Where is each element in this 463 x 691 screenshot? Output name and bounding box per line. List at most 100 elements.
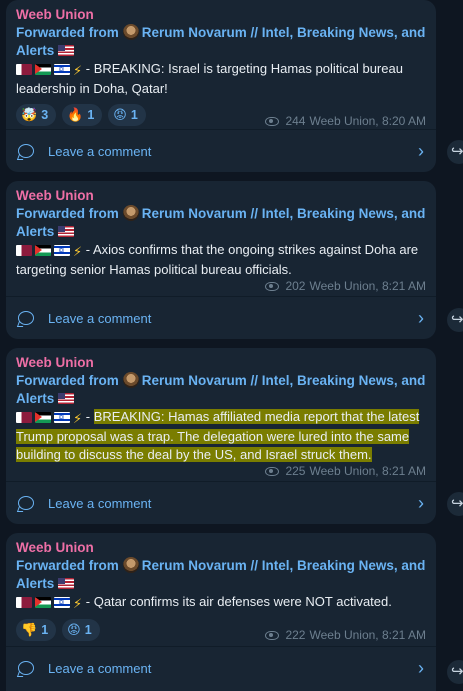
angry-face-icon: 😡 (67, 622, 81, 637)
us-flag-icon (58, 226, 75, 237)
forwarded-header[interactable]: Forwarded from Rerum Novarum // Intel, Br… (16, 557, 426, 593)
share-button[interactable] (447, 660, 463, 684)
message-text: ⚡ - Axios confirms that the ongoing stri… (16, 241, 426, 279)
view-count: 225 (285, 464, 306, 478)
palestine-flag-icon (35, 245, 51, 256)
reaction-count: 1 (84, 623, 92, 637)
message-bubble[interactable]: Weeb Union Forwarded from Rerum Novarum /… (6, 0, 436, 172)
message-signature-time: Weeb Union, 8:20 AM (309, 114, 426, 128)
us-flag-icon (58, 578, 75, 589)
palestine-flag-icon (35, 597, 51, 608)
eye-icon (265, 281, 280, 291)
comment-label: Leave a comment (48, 143, 152, 159)
leave-comment-button[interactable]: Leave a comment › (6, 646, 436, 689)
exploding-head-icon: 🤯 (21, 107, 38, 122)
palestine-flag-icon (35, 412, 51, 423)
view-count: 202 (285, 279, 306, 293)
reaction-exploding-head[interactable]: 🤯 3 (16, 104, 57, 126)
message-text: ⚡ - BREAKING: Hamas affiliated media rep… (16, 408, 426, 464)
lightning-icon: ⚡ (73, 411, 83, 426)
message-author[interactable]: Weeb Union (16, 354, 426, 372)
view-count: 222 (285, 628, 306, 642)
forwarded-header[interactable]: Forwarded from Rerum Novarum // Intel, Br… (16, 205, 426, 241)
message-signature-time: Weeb Union, 8:21 AM (309, 464, 426, 478)
forwarded-prefix: Forwarded from (16, 558, 119, 573)
comment-bubble-icon (18, 661, 34, 675)
angry-face-icon: 😡 (113, 107, 127, 122)
source-avatar (122, 24, 139, 40)
reaction-angry[interactable]: 😡 1 (108, 104, 146, 126)
lightning-icon: ⚡ (73, 244, 83, 259)
palestine-flag-icon (35, 64, 51, 75)
israel-flag-icon (54, 61, 70, 79)
qatar-flag-icon (16, 245, 32, 256)
chevron-right-icon: › (418, 658, 424, 678)
reaction-count: 1 (41, 623, 49, 637)
message-bubble[interactable]: Weeb Union Forwarded from Rerum Novarum /… (6, 181, 436, 339)
message-signature-time: Weeb Union, 8:21 AM (309, 628, 426, 642)
message-author[interactable]: Weeb Union (16, 6, 426, 24)
qatar-flag-icon (16, 64, 32, 75)
chevron-right-icon: › (418, 308, 424, 328)
reaction-count: 1 (87, 108, 95, 122)
message-author[interactable]: Weeb Union (16, 539, 426, 557)
reaction-count: 3 (41, 108, 49, 122)
comment-bubble-icon (18, 496, 34, 510)
thumbs-down-icon: 👎 (21, 622, 38, 637)
forwarded-header[interactable]: Forwarded from Rerum Novarum // Intel, Br… (16, 24, 426, 60)
message-meta: 225 Weeb Union, 8:21 AM (265, 464, 426, 478)
forwarded-prefix: Forwarded from (16, 25, 119, 40)
us-flag-icon (58, 393, 75, 404)
source-avatar (122, 372, 139, 388)
comment-bubble-icon (18, 311, 34, 325)
source-avatar (122, 205, 139, 221)
share-button[interactable] (447, 140, 463, 164)
forwarded-prefix: Forwarded from (16, 206, 119, 221)
qatar-flag-icon (16, 597, 32, 608)
israel-flag-icon (54, 242, 70, 260)
chevron-right-icon: › (418, 493, 424, 513)
message-meta: 202 Weeb Union, 8:21 AM (265, 279, 426, 293)
us-flag-icon (58, 45, 75, 56)
message-meta: 244 Weeb Union, 8:20 AM (265, 114, 426, 128)
reaction-fire[interactable]: 🔥 1 (62, 104, 103, 126)
message-feed[interactable]: Weeb Union Forwarded from Rerum Novarum /… (0, 0, 463, 691)
message-bubble[interactable]: Weeb Union Forwarded from Rerum Novarum /… (6, 533, 436, 691)
qatar-flag-icon (16, 412, 32, 423)
comment-label: Leave a comment (48, 310, 152, 326)
forwarded-header[interactable]: Forwarded from Rerum Novarum // Intel, Br… (16, 372, 426, 408)
leave-comment-button[interactable]: Leave a comment › (6, 481, 436, 524)
view-count: 244 (285, 114, 306, 128)
message-text: ⚡ - BREAKING: Israel is targeting Hamas … (16, 60, 426, 98)
message-text: ⚡ - Qatar confirms its air defenses were… (16, 593, 426, 613)
fire-icon: 🔥 (67, 107, 84, 122)
reaction-thumbs-down[interactable]: 👎 1 (16, 619, 57, 641)
eye-icon (265, 116, 280, 126)
lightning-icon: ⚡ (73, 596, 83, 611)
lightning-icon: ⚡ (73, 63, 83, 78)
forwarded-prefix: Forwarded from (16, 373, 119, 388)
flag-icons: ⚡ (16, 242, 83, 261)
message-body-prefix: - (85, 409, 94, 424)
leave-comment-button[interactable]: Leave a comment › (6, 129, 436, 172)
message-body: - Qatar confirms its air defenses were N… (85, 594, 392, 609)
reaction-count: 1 (130, 108, 138, 122)
comment-bubble-icon (18, 144, 34, 158)
flag-icons: ⚡ (16, 409, 83, 428)
comment-label: Leave a comment (48, 660, 152, 676)
israel-flag-icon (54, 594, 70, 612)
message-author[interactable]: Weeb Union (16, 187, 426, 205)
reaction-angry[interactable]: 😡 1 (62, 619, 100, 641)
share-button[interactable] (447, 492, 463, 516)
flag-icons: ⚡ (16, 594, 83, 613)
chevron-right-icon: › (418, 141, 424, 161)
source-avatar (122, 557, 139, 573)
flag-icons: ⚡ (16, 61, 83, 80)
comment-label: Leave a comment (48, 495, 152, 511)
share-button[interactable] (447, 308, 463, 332)
israel-flag-icon (54, 409, 70, 427)
leave-comment-button[interactable]: Leave a comment › (6, 296, 436, 339)
message-signature-time: Weeb Union, 8:21 AM (309, 279, 426, 293)
message-meta: 222 Weeb Union, 8:21 AM (265, 628, 426, 642)
message-bubble[interactable]: Weeb Union Forwarded from Rerum Novarum /… (6, 348, 436, 524)
